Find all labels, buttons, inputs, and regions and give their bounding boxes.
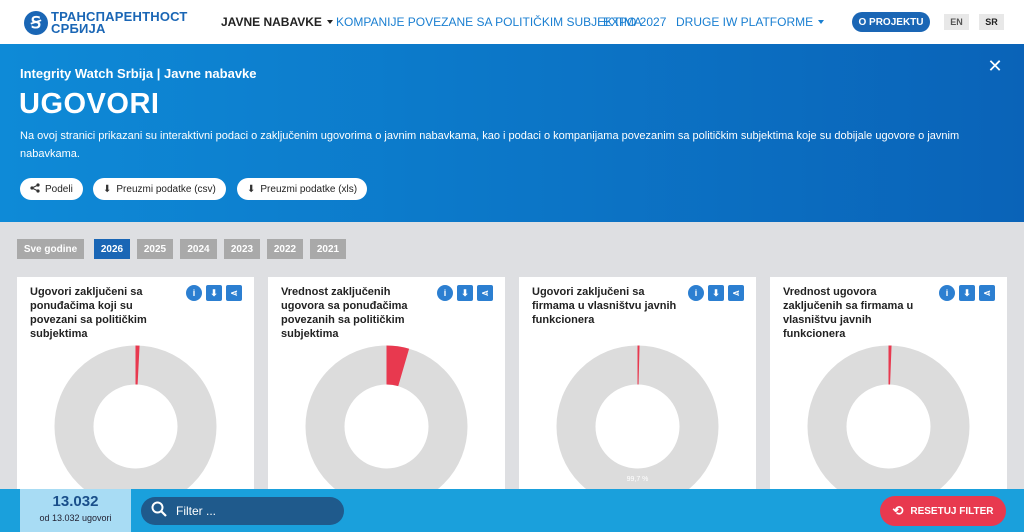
download-icon: ⬇ bbox=[103, 183, 112, 195]
nav-item-expo[interactable]: EXPO 2027 bbox=[603, 15, 666, 29]
chart-card: Vrednost ugovora zaključenih sa firmama … bbox=[770, 277, 1007, 492]
chart-card: Ugovori zaključeni sa ponuđačima koji su… bbox=[17, 277, 254, 492]
globe-logo-icon: Ꞩ bbox=[24, 11, 48, 35]
reset-icon: ⟲ bbox=[892, 503, 904, 518]
hero-banner: Integrity Watch Srbija | Javne nabavke U… bbox=[0, 44, 1024, 222]
download-xls-label: Preuzmi podatke (xls) bbox=[260, 183, 358, 195]
page-title: UGOVORI bbox=[19, 88, 160, 120]
info-icon[interactable]: i bbox=[186, 285, 202, 301]
about-project-button[interactable]: O PROJEKTU bbox=[852, 12, 930, 32]
year-filter-2021[interactable]: 2021 bbox=[310, 239, 346, 259]
info-icon[interactable]: i bbox=[939, 285, 955, 301]
year-filter-2022[interactable]: 2022 bbox=[267, 239, 303, 259]
card-title: Vrednost ugovora zaključenih sa firmama … bbox=[783, 286, 914, 340]
filter-placeholder: Filter ... bbox=[176, 504, 217, 518]
year-filter-2023[interactable]: 2023 bbox=[224, 239, 260, 259]
close-icon[interactable]: ✕ bbox=[985, 56, 1005, 76]
download-xls-button[interactable]: ⬇ Preuzmi podatke (xls) bbox=[237, 178, 368, 200]
download-icon: ⬇ bbox=[247, 183, 256, 195]
download-icon[interactable]: ⬇ bbox=[206, 285, 222, 301]
share-icon bbox=[30, 182, 40, 196]
share-button-label: Podeli bbox=[45, 183, 73, 195]
donut-chart bbox=[305, 345, 468, 492]
chart-card: Vrednost zaključenih ugovora sa ponuđači… bbox=[268, 277, 505, 492]
card-tools: i ⬇ ⋖ bbox=[433, 285, 493, 301]
top-navigation: Ꞩ ТРАНСПАРЕНТНОСТ СРБИЈА JAVNE NABAVKE K… bbox=[0, 0, 1024, 44]
card-title: Ugovori zaključeni sa firmama u vlasništ… bbox=[532, 286, 677, 326]
donut-chart bbox=[807, 345, 970, 492]
logo-text: ТРАНСПАРЕНТНОСТ СРБИЈА bbox=[51, 10, 188, 36]
card-title: Ugovori zaključeni sa ponuđačima koji su… bbox=[30, 286, 147, 340]
share-icon[interactable]: ⋖ bbox=[477, 285, 493, 301]
card-title: Vrednost zaključenih ugovora sa ponuđači… bbox=[281, 286, 408, 340]
result-count-number: 13.032 bbox=[52, 493, 99, 510]
info-icon[interactable]: i bbox=[437, 285, 453, 301]
year-filter-2026[interactable]: 2026 bbox=[94, 239, 130, 259]
card-tools: i ⬇ ⋖ bbox=[935, 285, 995, 301]
nav-item-label: EXPO 2027 bbox=[603, 15, 667, 29]
nav-item-label: DRUGE IW PLATFORME bbox=[676, 15, 814, 29]
nav-item-label: JAVNE NABAVKE bbox=[221, 15, 322, 29]
card-tools: i ⬇ ⋖ bbox=[182, 285, 242, 301]
nav-item-kompanije[interactable]: KOMPANIJE POVEZANE SA POLITIČKIM SUBJEKT… bbox=[336, 15, 642, 29]
result-count-total: od 13.032 ugovori bbox=[39, 513, 112, 523]
caret-down-icon bbox=[326, 20, 333, 24]
year-filter-all[interactable]: Sve godine bbox=[17, 239, 84, 259]
share-icon[interactable]: ⋖ bbox=[979, 285, 995, 301]
year-filter-2025[interactable]: 2025 bbox=[137, 239, 173, 259]
donut-chart bbox=[556, 345, 719, 492]
download-icon[interactable]: ⬇ bbox=[457, 285, 473, 301]
share-icon[interactable]: ⋖ bbox=[728, 285, 744, 301]
hero-description: Na ovoj stranici prikazani su interaktiv… bbox=[20, 130, 960, 160]
logo[interactable]: Ꞩ ТРАНСПАРЕНТНОСТ СРБИЈА bbox=[24, 8, 188, 38]
hero-subtitle: Integrity Watch Srbija | Javne nabavke bbox=[20, 66, 257, 81]
info-icon[interactable]: i bbox=[688, 285, 704, 301]
filter-input[interactable]: Filter ... bbox=[141, 497, 344, 525]
language-en[interactable]: EN bbox=[944, 14, 969, 30]
logo-line2: СРБИЈА bbox=[51, 21, 106, 36]
footer-bar: 13.032 od 13.032 ugovori Filter ... ⟲ RE… bbox=[0, 489, 1024, 532]
share-icon[interactable]: ⋖ bbox=[226, 285, 242, 301]
chart-card: Ugovori zaključeni sa firmama u vlasništ… bbox=[519, 277, 756, 492]
download-csv-label: Preuzmi podatke (csv) bbox=[116, 183, 216, 195]
reset-filter-button[interactable]: ⟲ RESETUJ FILTER bbox=[880, 496, 1006, 526]
reset-filter-label: RESETUJ FILTER bbox=[910, 505, 994, 517]
year-filter-2024[interactable]: 2024 bbox=[180, 239, 217, 259]
nav-item-druge-platforme[interactable]: DRUGE IW PLATFORME bbox=[676, 15, 825, 29]
download-icon[interactable]: ⬇ bbox=[708, 285, 724, 301]
nav-item-label: KOMPANIJE POVEZANE SA POLITIČKIM SUBJEKT… bbox=[336, 15, 642, 29]
search-icon bbox=[151, 501, 167, 522]
share-button[interactable]: Podeli bbox=[20, 178, 83, 200]
download-csv-button[interactable]: ⬇ Preuzmi podatke (csv) bbox=[93, 178, 226, 200]
percent-label: 99,7 % bbox=[626, 476, 649, 483]
download-icon[interactable]: ⬇ bbox=[959, 285, 975, 301]
caret-down-icon bbox=[818, 20, 825, 24]
language-sr[interactable]: SR bbox=[979, 14, 1004, 30]
result-count: 13.032 od 13.032 ugovori bbox=[20, 489, 131, 532]
donut-chart bbox=[54, 345, 217, 492]
card-tools: i ⬇ ⋖ bbox=[684, 285, 744, 301]
nav-item-javne-nabavke[interactable]: JAVNE NABAVKE bbox=[221, 15, 333, 29]
